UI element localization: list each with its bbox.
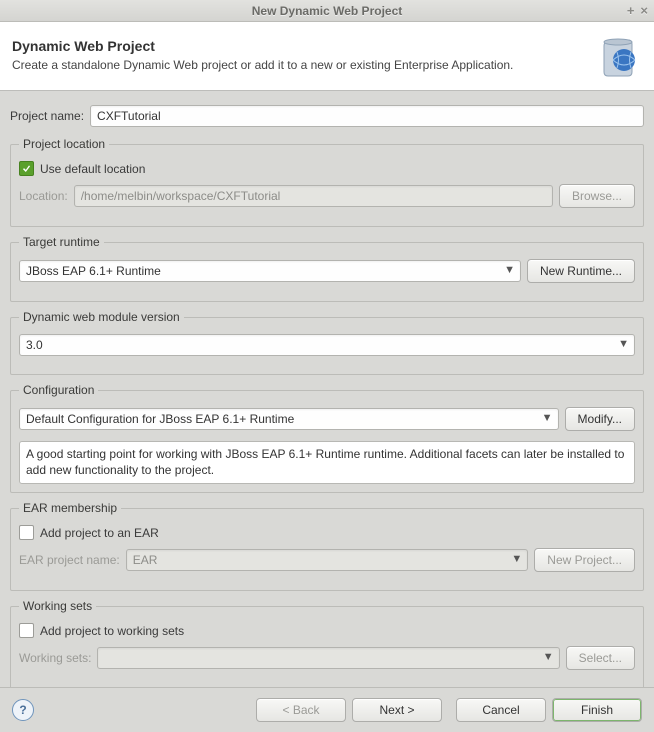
next-button[interactable]: Next > bbox=[352, 698, 442, 722]
configuration-group: Configuration ▼ Modify... A good startin… bbox=[10, 383, 644, 493]
ear-membership-legend: EAR membership bbox=[19, 501, 121, 515]
configuration-description: A good starting point for working with J… bbox=[19, 441, 635, 484]
wizard-banner: Dynamic Web Project Create a standalone … bbox=[0, 22, 654, 91]
target-runtime-group: Target runtime ▼ New Runtime... bbox=[10, 235, 644, 302]
project-location-group: Project location Use default location Lo… bbox=[10, 137, 644, 227]
use-default-location-label: Use default location bbox=[40, 162, 145, 176]
target-runtime-combo[interactable] bbox=[19, 260, 521, 282]
working-sets-combo bbox=[97, 647, 559, 669]
cancel-button[interactable]: Cancel bbox=[456, 698, 546, 722]
browse-button: Browse... bbox=[559, 184, 635, 208]
minimize-icon[interactable]: + bbox=[627, 3, 635, 18]
add-to-ear-label: Add project to an EAR bbox=[40, 526, 159, 540]
use-default-location-checkbox[interactable] bbox=[19, 161, 34, 176]
wizard-footer: ? < Back Next > Cancel Finish bbox=[0, 687, 654, 732]
ear-membership-group: EAR membership Add project to an EAR EAR… bbox=[10, 501, 644, 591]
web-module-version-legend: Dynamic web module version bbox=[19, 310, 184, 324]
wizard-icon bbox=[594, 32, 642, 80]
ear-project-name-label: EAR project name: bbox=[19, 553, 120, 567]
select-working-sets-button: Select... bbox=[566, 646, 635, 670]
add-to-working-sets-checkbox[interactable] bbox=[19, 623, 34, 638]
close-icon[interactable]: × bbox=[640, 3, 648, 18]
target-runtime-legend: Target runtime bbox=[19, 235, 104, 249]
new-ear-project-button: New Project... bbox=[534, 548, 635, 572]
banner-heading: Dynamic Web Project bbox=[12, 38, 594, 54]
project-name-input[interactable] bbox=[90, 105, 644, 127]
project-location-legend: Project location bbox=[19, 137, 109, 151]
configuration-combo[interactable] bbox=[19, 408, 559, 430]
working-sets-group: Working sets Add project to working sets… bbox=[10, 599, 644, 689]
add-to-ear-checkbox[interactable] bbox=[19, 525, 34, 540]
working-sets-label: Working sets: bbox=[19, 651, 91, 665]
ear-project-name-combo bbox=[126, 549, 529, 571]
new-runtime-button[interactable]: New Runtime... bbox=[527, 259, 635, 283]
working-sets-legend: Working sets bbox=[19, 599, 96, 613]
banner-description: Create a standalone Dynamic Web project … bbox=[12, 58, 594, 74]
add-to-working-sets-label: Add project to working sets bbox=[40, 624, 184, 638]
window-title: New Dynamic Web Project bbox=[252, 4, 403, 18]
web-module-version-group: Dynamic web module version ▼ bbox=[10, 310, 644, 375]
modify-button[interactable]: Modify... bbox=[565, 407, 635, 431]
titlebar: New Dynamic Web Project + × bbox=[0, 0, 654, 22]
finish-button[interactable]: Finish bbox=[552, 698, 642, 722]
help-icon[interactable]: ? bbox=[12, 699, 34, 721]
location-input bbox=[74, 185, 553, 207]
project-name-label: Project name: bbox=[10, 109, 84, 123]
web-module-version-combo[interactable] bbox=[19, 334, 635, 356]
back-button: < Back bbox=[256, 698, 346, 722]
location-label: Location: bbox=[19, 189, 68, 203]
configuration-legend: Configuration bbox=[19, 383, 98, 397]
